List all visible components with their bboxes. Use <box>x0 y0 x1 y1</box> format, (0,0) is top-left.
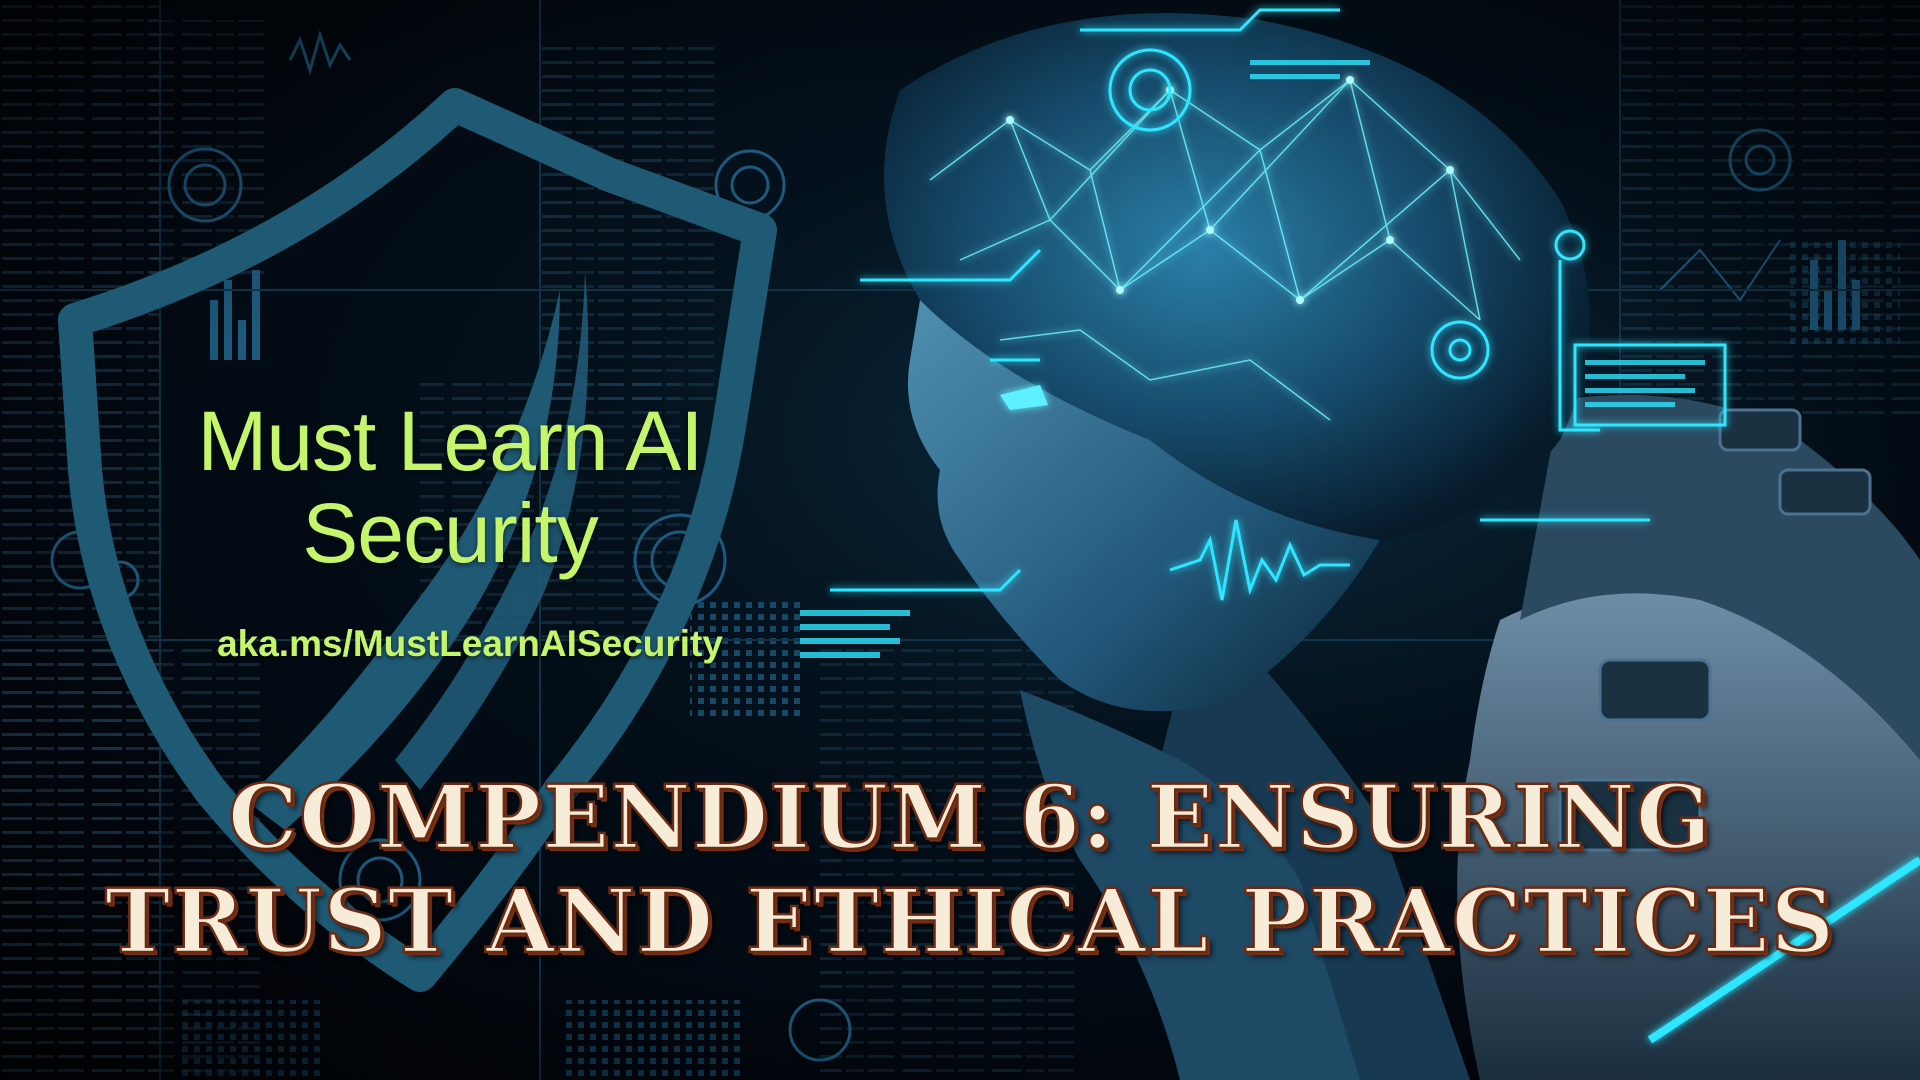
headline-line1: COMPENDIUM 6: ENSURING <box>227 764 1713 871</box>
brand-title-line1: Must Learn AI <box>197 394 703 488</box>
brand-title-line2: Security <box>302 486 598 580</box>
headline-line2: TRUST AND ETHICAL PRACTICES <box>104 868 1836 975</box>
headline: COMPENDIUM 6: ENSURING TRUST AND ETHICAL… <box>40 764 1900 975</box>
brand-title: Must Learn AI Security <box>110 395 790 579</box>
banner: Must Learn AI Security aka.ms/MustLearnA… <box>0 0 1920 1080</box>
brand-url: aka.ms/MustLearnAISecurity <box>217 623 723 664</box>
